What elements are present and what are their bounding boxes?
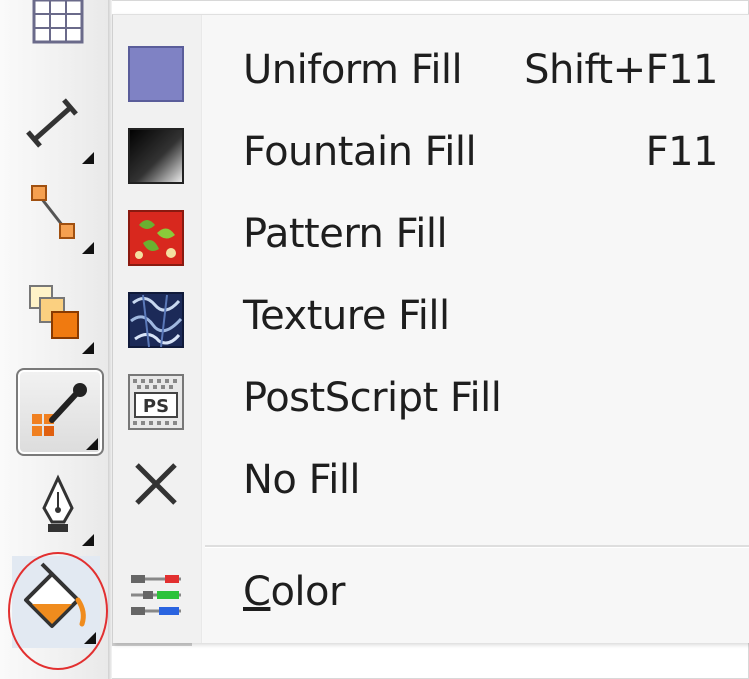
dimension-tool[interactable] — [18, 88, 98, 168]
menu-item-label: PostScript Fill — [243, 375, 502, 421]
menu-item-label: Color — [243, 569, 345, 615]
outline-pen-tool[interactable] — [18, 470, 98, 550]
flyout-arrow-icon — [86, 438, 98, 450]
toolbox — [0, 0, 112, 679]
highlight-circle — [8, 552, 108, 670]
postscript-icon-text: PS — [143, 396, 169, 417]
connector-tool[interactable] — [18, 178, 98, 258]
menu-item-shortcut: Shift+F11 — [524, 47, 718, 93]
menu-item-shortcut: F11 — [645, 129, 719, 175]
menu-item-fountain-fill[interactable]: Fountain Fill F11 — [113, 115, 749, 197]
flyout-arrow-icon — [82, 152, 94, 164]
eyedropper-tool[interactable] — [16, 368, 104, 456]
menu-separator — [205, 545, 749, 548]
flyout-arrow-icon — [82, 534, 94, 546]
fill-flyout-menu: Uniform Fill Shift+F11 Fountain Fill F11 — [112, 14, 749, 643]
postscript-fill-icon: PS — [128, 374, 184, 430]
menu-item-label: Pattern Fill — [243, 211, 448, 257]
flyout-arrow-icon — [82, 342, 94, 354]
uniform-fill-icon — [128, 46, 184, 102]
blend-tool[interactable] — [18, 278, 98, 358]
menu-item-label: No Fill — [243, 457, 361, 503]
flyout-arrow-icon — [82, 242, 94, 254]
menu-item-pattern-fill[interactable]: Pattern Fill — [113, 197, 749, 279]
menu-item-postscript-fill[interactable]: PS PostScript Fill — [113, 361, 749, 443]
menu-item-texture-fill[interactable]: Texture Fill — [113, 279, 749, 361]
menu-item-uniform-fill[interactable]: Uniform Fill Shift+F11 — [113, 33, 749, 115]
color-sliders-icon — [131, 575, 181, 615]
menu-item-label: Uniform Fill — [243, 47, 463, 93]
menu-item-no-fill[interactable]: No Fill — [113, 443, 749, 525]
menu-item-color[interactable]: Color — [113, 555, 749, 637]
table-tool[interactable] — [18, 0, 98, 66]
menu-item-label: Texture Fill — [243, 293, 450, 339]
no-fill-x-icon — [135, 463, 177, 505]
fountain-fill-icon — [128, 128, 184, 184]
table-grid-icon — [32, 0, 84, 44]
pattern-fill-icon — [128, 210, 184, 266]
menu-item-label: Fountain Fill — [243, 129, 477, 175]
texture-fill-icon — [128, 292, 184, 348]
